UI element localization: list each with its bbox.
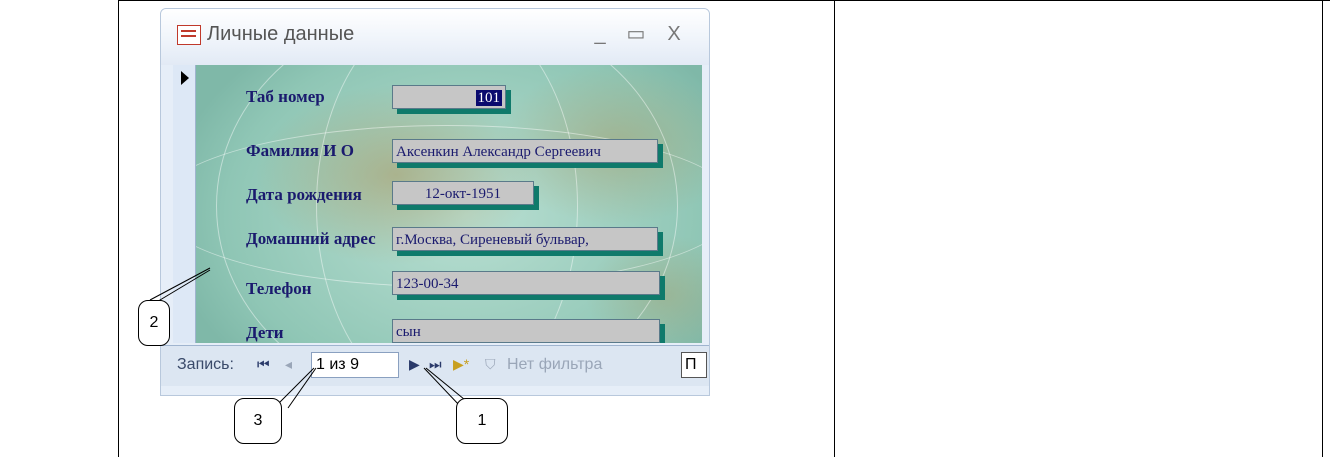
table-border-mid	[834, 0, 835, 457]
home-address-field[interactable]: г.Москва, Сиреневый бульвар,	[392, 227, 658, 251]
form-window: Личные данные _ ▭ X Таб номер 101 Фамили…	[160, 8, 710, 396]
record-selector[interactable]	[173, 65, 196, 343]
table-border-top	[118, 0, 1330, 1]
children-field[interactable]: сын	[392, 319, 660, 343]
label-full-name: Фамилия И О	[246, 141, 354, 160]
label-home-address: Домашний адрес	[246, 229, 376, 248]
callout-3: 3	[234, 398, 282, 444]
form-body: Таб номер 101 Фамилия И О Аксенкин Алекс…	[196, 65, 702, 343]
label-phone: Телефон	[246, 279, 312, 298]
maximize-button[interactable]: ▭	[623, 21, 649, 47]
previous-record-button[interactable]: ◂	[285, 356, 292, 373]
tab-number-field[interactable]: 101	[392, 85, 506, 109]
title-bar: Личные данные _ ▭ X	[161, 9, 709, 65]
window-title: Личные данные	[207, 23, 355, 45]
form-icon	[177, 25, 201, 45]
first-record-button[interactable]: ⏮	[257, 356, 270, 373]
table-border-left	[118, 0, 119, 457]
new-record-button[interactable]: ▶*	[453, 356, 469, 373]
callout-1: 1	[456, 398, 508, 444]
last-record-button[interactable]: ⏭	[429, 356, 442, 373]
filter-icon: ⛉	[485, 356, 496, 372]
phone-field[interactable]: 123-00-34	[392, 271, 660, 295]
next-record-button[interactable]: ▶	[409, 356, 420, 373]
table-border-right	[1322, 0, 1323, 457]
tab-number-value: 101	[475, 90, 502, 106]
label-tab-number: Таб номер	[246, 87, 325, 106]
record-label: Запись:	[177, 356, 234, 373]
minimize-button[interactable]: _	[587, 21, 613, 47]
search-field[interactable]: П	[681, 352, 707, 378]
label-children: Дети	[246, 323, 284, 342]
record-navigation-bar: Запись: ⏮ ◂ 1 из 9 ▶ ⏭ ▶* ⛉ Нет фильтра …	[161, 345, 709, 386]
current-record-arrow-icon	[181, 71, 189, 85]
label-birth-date: Дата рождения	[246, 185, 362, 204]
callout-2: 2	[138, 300, 170, 346]
birth-date-field[interactable]: 12-окт-1951	[392, 181, 534, 205]
close-button[interactable]: X	[661, 21, 687, 47]
record-counter-field[interactable]: 1 из 9	[311, 352, 399, 378]
no-filter-button[interactable]: Нет фильтра	[507, 356, 602, 374]
full-name-field[interactable]: Аксенкин Александр Сергеевич	[392, 139, 658, 163]
